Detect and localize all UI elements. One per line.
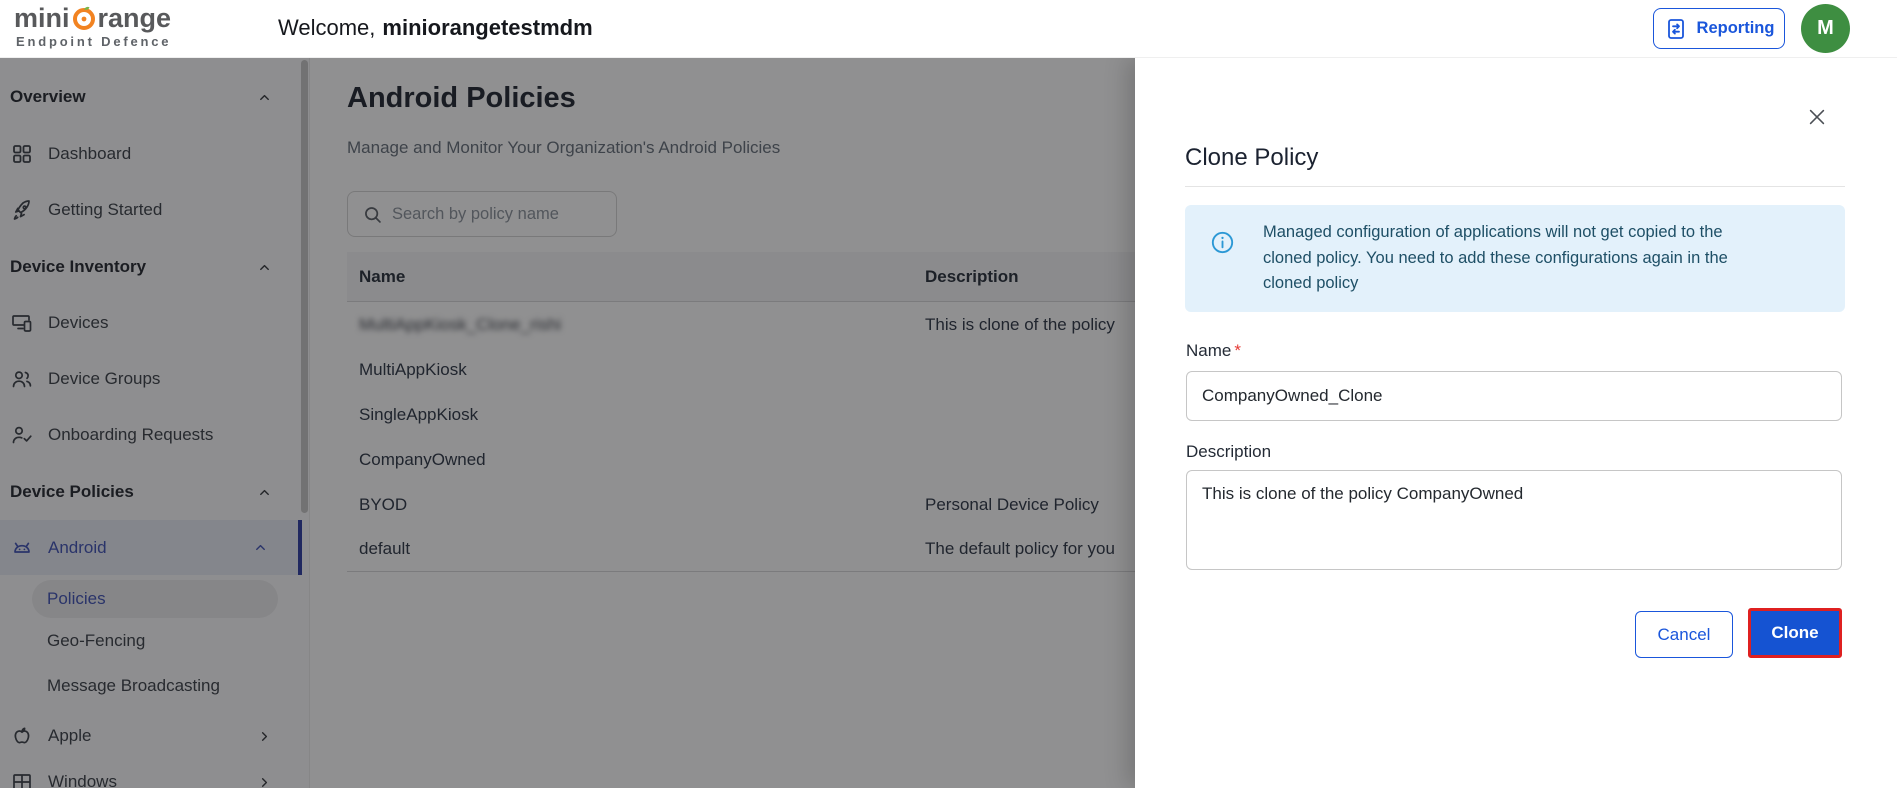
brand-text-mini: mini (14, 3, 70, 33)
report-document-icon (1664, 17, 1688, 41)
welcome-prefix: Welcome, (278, 15, 376, 40)
info-banner-text: Managed configuration of applications wi… (1263, 220, 1823, 297)
drawer-title: Clone Policy (1185, 144, 1319, 171)
brand-subtitle: Endpoint Defence (16, 34, 172, 49)
name-field-label: Name * (1186, 341, 1241, 361)
clone-policy-drawer: Clone Policy Managed configuration of ap… (1135, 58, 1897, 788)
info-line: Managed configuration of applications wi… (1263, 223, 1723, 241)
avatar-initial: M (1817, 17, 1834, 39)
info-line: cloned policy. You need to add these con… (1263, 248, 1728, 267)
clone-button[interactable]: Clone (1751, 611, 1839, 655)
required-asterisk: * (1234, 341, 1241, 360)
welcome-username: miniorangetestmdm (382, 15, 593, 40)
annotation-highlight-box: Clone (1748, 608, 1842, 658)
reporting-button[interactable]: Reporting (1653, 8, 1785, 49)
divider (1185, 186, 1845, 187)
name-label-text: Name (1186, 341, 1232, 360)
close-icon[interactable] (1803, 103, 1831, 131)
app-root: mini range Endpoint Defence Welcome, mini… (0, 0, 1897, 788)
top-header: mini range Endpoint Defence Welcome, mini… (0, 0, 1897, 58)
info-icon (1210, 230, 1235, 260)
brand-text-range: range (97, 3, 172, 33)
orange-logo-icon (71, 5, 97, 31)
user-avatar[interactable]: M (1801, 4, 1850, 53)
info-line: cloned policy (1263, 274, 1359, 292)
welcome-message: Welcome, miniorangetestmdm (278, 15, 593, 41)
policy-description-textarea[interactable]: This is clone of the policy CompanyOwned (1186, 470, 1842, 570)
description-field-label: Description (1186, 442, 1271, 462)
brand-logo[interactable]: mini range Endpoint Defence (14, 3, 171, 49)
policy-name-input[interactable] (1186, 371, 1842, 421)
info-banner: Managed configuration of applications wi… (1185, 205, 1845, 312)
description-label-text: Description (1186, 442, 1272, 461)
cancel-button[interactable]: Cancel (1635, 611, 1733, 658)
reporting-label: Reporting (1696, 19, 1775, 37)
drawer-backdrop[interactable] (0, 58, 1135, 788)
